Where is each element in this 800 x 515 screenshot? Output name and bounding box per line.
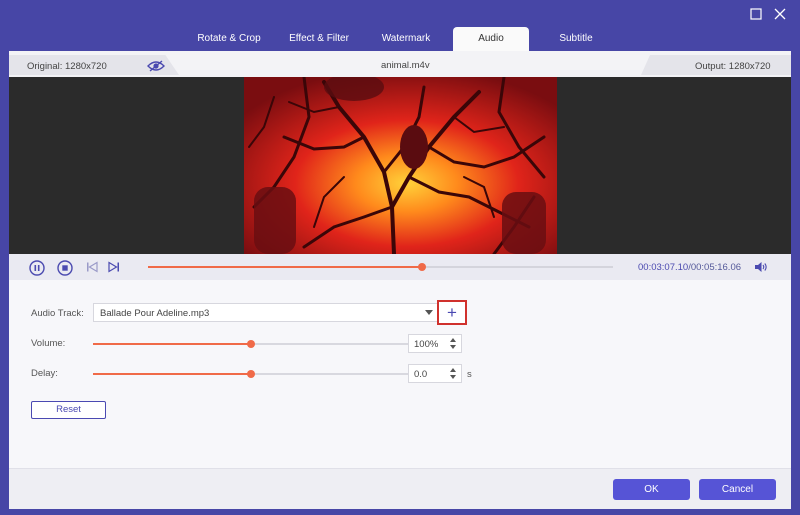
- audio-track-select[interactable]: Ballade Pour Adeline.mp3: [93, 303, 440, 322]
- previous-frame-button[interactable]: [85, 260, 99, 274]
- close-icon: [774, 8, 786, 20]
- close-button[interactable]: [773, 8, 787, 22]
- volume-slider-handle[interactable]: [246, 340, 255, 348]
- video-frame: [244, 77, 557, 254]
- volume-slider[interactable]: [93, 340, 408, 348]
- file-name: animal.m4v: [381, 60, 430, 71]
- tab-effect-filter[interactable]: Effect & Filter: [278, 27, 360, 51]
- speaker-icon: [755, 262, 767, 272]
- player-controls: 00:03:07.10/00:05:16.06: [9, 254, 791, 280]
- video-preview: [9, 77, 791, 254]
- delay-stepper[interactable]: 0.0: [408, 364, 462, 383]
- decrement-icon[interactable]: [450, 375, 456, 379]
- audio-track-label: Audio Track:: [31, 308, 84, 319]
- increment-icon[interactable]: [450, 368, 456, 372]
- stop-button[interactable]: [57, 260, 73, 276]
- decrement-icon[interactable]: [450, 345, 456, 349]
- audio-panel: Original: 1280x720 animal.m4v Output: 12…: [9, 51, 791, 509]
- delay-value: 0.0: [414, 369, 428, 380]
- chevron-down-icon: [425, 310, 433, 315]
- pause-icon: [29, 260, 45, 276]
- volume-label: Volume:: [31, 338, 66, 349]
- tab-audio[interactable]: Audio: [453, 27, 529, 51]
- delay-slider-fill: [93, 373, 251, 375]
- volume-button[interactable]: [754, 261, 768, 275]
- original-resolution: Original: 1280x720: [27, 61, 107, 72]
- stop-icon: [57, 260, 73, 276]
- delay-unit: s: [467, 369, 472, 380]
- volume-stepper[interactable]: 100%: [408, 334, 462, 353]
- tab-bar: Rotate & Crop Effect & Filter Watermark …: [0, 27, 800, 51]
- skip-forward-icon: [108, 261, 119, 273]
- current-time: 00:03:07.10: [638, 262, 689, 273]
- plus-icon: +: [447, 303, 457, 322]
- pause-button[interactable]: [29, 260, 45, 276]
- time-readout: 00:03:07.10/00:05:16.06: [638, 262, 741, 273]
- audio-track-value: Ballade Pour Adeline.mp3: [100, 308, 210, 319]
- seekbar-progress: [148, 266, 423, 268]
- next-frame-button[interactable]: [107, 260, 121, 274]
- playback-seekbar[interactable]: [148, 263, 613, 271]
- tab-subtitle[interactable]: Subtitle: [535, 27, 617, 51]
- dialog-window: Rotate & Crop Effect & Filter Watermark …: [0, 0, 800, 515]
- volume-value: 100%: [414, 339, 439, 350]
- total-time: 00:05:16.06: [690, 262, 742, 273]
- output-resolution: Output: 1280x720: [695, 61, 771, 72]
- ok-button[interactable]: OK: [613, 479, 690, 500]
- reset-button[interactable]: Reset: [31, 401, 106, 419]
- delay-slider-handle[interactable]: [246, 370, 255, 378]
- delay-label: Delay:: [31, 368, 58, 379]
- seekbar-handle[interactable]: [418, 263, 427, 271]
- volume-slider-fill: [93, 343, 251, 345]
- dialog-footer: OK Cancel: [9, 468, 791, 509]
- increment-icon[interactable]: [450, 338, 456, 342]
- eye-off-icon[interactable]: [147, 59, 165, 73]
- cancel-button[interactable]: Cancel: [699, 479, 776, 500]
- square-icon: [750, 8, 762, 20]
- delay-slider[interactable]: [93, 370, 408, 378]
- tab-rotate-crop[interactable]: Rotate & Crop: [185, 27, 273, 51]
- maximize-button[interactable]: [749, 8, 763, 22]
- add-audio-button[interactable]: +: [437, 300, 467, 325]
- tab-watermark[interactable]: Watermark: [365, 27, 447, 51]
- info-bar: Original: 1280x720 animal.m4v Output: 12…: [9, 51, 791, 77]
- skip-back-icon: [87, 261, 98, 273]
